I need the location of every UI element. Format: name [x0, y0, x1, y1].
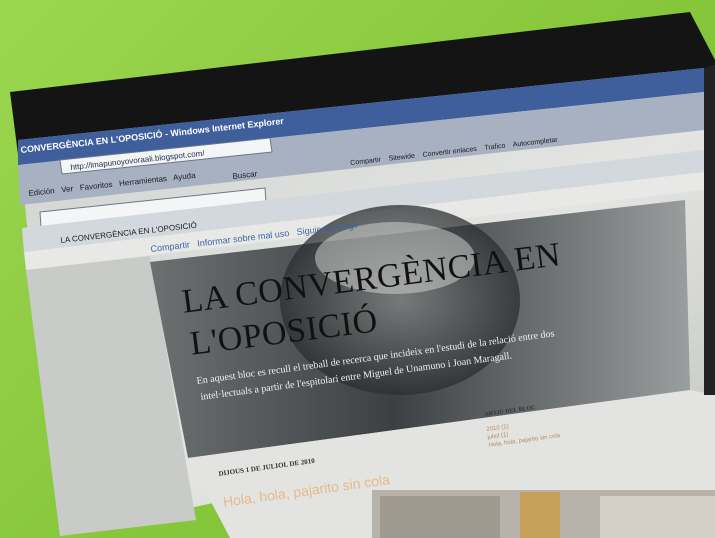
- room-door: [520, 492, 560, 538]
- photo-of-monitor: CONVERGÈNCIA EN L'OPOSICIÓ - Windows Int…: [0, 0, 715, 538]
- room-wall: [380, 496, 500, 538]
- menu-ver[interactable]: Ver: [61, 184, 74, 194]
- room-window: [600, 496, 715, 538]
- monitor-edge: [704, 65, 715, 395]
